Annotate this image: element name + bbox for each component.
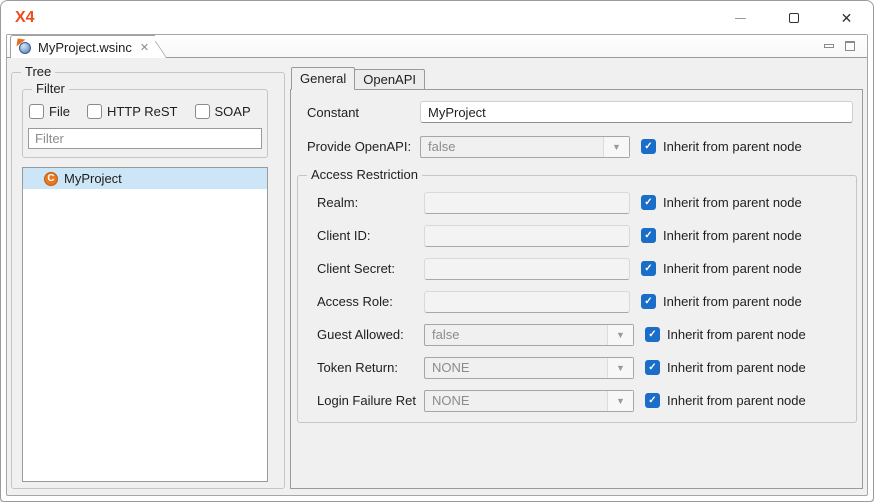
editor-tab-label: MyProject.wsinc	[38, 40, 132, 55]
guest-allowed-combo[interactable]: false ▼	[424, 324, 634, 346]
tree-item-label: MyProject	[64, 171, 122, 186]
access-restriction-group: Access Restriction Realm: ✓ Inherit from…	[297, 175, 857, 423]
check-icon: ✓	[648, 363, 656, 373]
login-failure-row: Login Failure Ret NONE ▼ ✓ Inherit from …	[317, 385, 856, 416]
minimize-button[interactable]	[714, 1, 767, 34]
minimize-icon	[735, 18, 746, 19]
editor-tab-myproject-wsinc[interactable]: MyProject.wsinc ✕	[10, 35, 155, 58]
wsinc-file-icon	[18, 40, 33, 55]
close-button[interactable]: ✕	[820, 1, 873, 34]
client-id-input[interactable]	[424, 225, 630, 247]
chevron-down-icon: ▼	[607, 391, 633, 411]
http-rest-checkbox[interactable]	[87, 104, 102, 119]
tab-general[interactable]: General	[291, 67, 355, 90]
inherit-checkbox-realm[interactable]: ✓	[641, 195, 656, 210]
inherit-checkbox-provide-openapi[interactable]: ✓	[641, 139, 656, 154]
check-icon: ✓	[648, 396, 656, 406]
check-icon: ✓	[648, 330, 656, 340]
file-checkbox-label: File	[49, 104, 70, 119]
inherit-checkbox-token-return[interactable]: ✓	[645, 360, 660, 375]
tree-panel: Tree Filter File HTTP ReST SOAP	[11, 72, 285, 489]
realm-input[interactable]	[424, 192, 630, 214]
tree-group-label: Tree	[21, 64, 55, 79]
access-restriction-label: Access Restriction	[307, 167, 422, 182]
file-checkbox[interactable]	[29, 104, 44, 119]
inherit-checkbox-guest-allowed[interactable]: ✓	[645, 327, 660, 342]
inherit-checkbox-login-failure[interactable]: ✓	[645, 393, 660, 408]
soap-checkbox-label: SOAP	[215, 104, 251, 119]
window-controls: ✕	[714, 1, 873, 34]
application-window: X4 ✕ MyProject.wsinc ✕	[0, 0, 874, 502]
maximize-button[interactable]	[767, 1, 820, 34]
http-rest-checkbox-label: HTTP ReST	[107, 104, 178, 119]
properties-tabs: General OpenAPI	[290, 67, 863, 89]
provide-openapi-label: Provide OpenAPI:	[307, 139, 420, 154]
inherit-checkbox-client-secret[interactable]: ✓	[641, 261, 656, 276]
access-role-input[interactable]	[424, 291, 630, 313]
maximize-icon	[789, 13, 799, 23]
constant-label: Constant	[307, 105, 420, 120]
maximize-view-icon[interactable]	[845, 41, 855, 51]
tree-item-myproject[interactable]: C MyProject	[23, 168, 267, 189]
filter-group: Filter File HTTP ReST SOAP	[22, 89, 268, 158]
chevron-down-icon: ▼	[607, 358, 633, 378]
view-buttons	[824, 41, 867, 57]
constant-input[interactable]	[420, 101, 853, 123]
filter-input[interactable]	[28, 128, 262, 149]
provide-openapi-row: Provide OpenAPI: false ▼ ✓ Inherit from …	[307, 131, 853, 162]
inherit-checkbox-client-id[interactable]: ✓	[641, 228, 656, 243]
properties-panel: General OpenAPI Constant Provide OpenAPI…	[290, 67, 863, 489]
tree-list[interactable]: C MyProject	[22, 167, 268, 482]
editor-area: MyProject.wsinc ✕ Tree Filter File	[6, 34, 868, 496]
close-icon: ✕	[841, 11, 853, 25]
soap-checkbox[interactable]	[195, 104, 210, 119]
general-tab-content: Constant Provide OpenAPI: false ▼ ✓ Inhe…	[290, 89, 863, 489]
check-icon: ✓	[644, 198, 652, 208]
chevron-down-icon: ▼	[607, 325, 633, 345]
filter-group-label: Filter	[32, 81, 69, 96]
title-bar: X4 ✕	[1, 1, 873, 34]
check-icon: ✓	[644, 231, 652, 241]
login-failure-combo[interactable]: NONE ▼	[424, 390, 634, 412]
chevron-down-icon: ▼	[603, 137, 629, 157]
check-icon: ✓	[644, 297, 652, 307]
client-secret-row: Client Secret: ✓ Inherit from parent nod…	[317, 253, 856, 284]
filter-checkbox-row: File HTTP ReST SOAP	[28, 102, 262, 119]
realm-row: Realm: ✓ Inherit from parent node	[317, 187, 856, 218]
check-icon: ✓	[644, 142, 652, 152]
provide-openapi-combo[interactable]: false ▼	[420, 136, 630, 158]
constant-node-icon: C	[44, 172, 58, 186]
editor-tab-bar: MyProject.wsinc ✕	[7, 35, 867, 58]
check-icon: ✓	[644, 264, 652, 274]
editor-content: Tree Filter File HTTP ReST SOAP	[7, 58, 867, 495]
constant-row: Constant	[307, 99, 853, 125]
inherit-checkbox-access-role[interactable]: ✓	[641, 294, 656, 309]
minimize-view-icon[interactable]	[824, 44, 834, 48]
tab-openapi[interactable]: OpenAPI	[354, 69, 425, 89]
x4-logo: X4	[15, 9, 35, 27]
tab-close-icon[interactable]: ✕	[137, 41, 152, 54]
client-id-row: Client ID: ✓ Inherit from parent node	[317, 220, 856, 251]
client-secret-input[interactable]	[424, 258, 630, 280]
inherit-group: ✓ Inherit from parent node	[641, 139, 802, 154]
access-role-row: Access Role: ✓ Inherit from parent node	[317, 286, 856, 317]
token-return-combo[interactable]: NONE ▼	[424, 357, 634, 379]
token-return-row: Token Return: NONE ▼ ✓ Inherit from pare…	[317, 352, 856, 383]
guest-allowed-row: Guest Allowed: false ▼ ✓ Inherit from pa…	[317, 319, 856, 350]
